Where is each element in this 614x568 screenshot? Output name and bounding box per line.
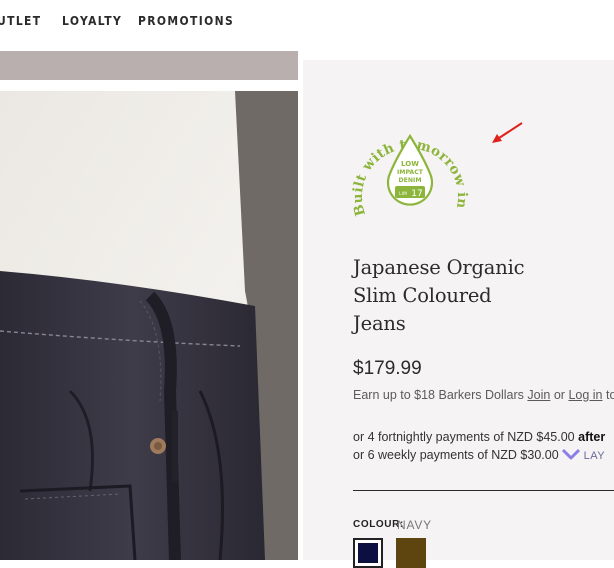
badge-line2: IMPACT	[397, 169, 424, 176]
badge-line1: LOW	[401, 160, 419, 168]
product-title-line: Slim Coloured	[353, 284, 492, 307]
badge-line3: DENIM	[398, 177, 421, 184]
login-link[interactable]: Log in	[568, 388, 602, 402]
nav-item-outlet[interactable]: UTLET	[0, 13, 41, 28]
join-link[interactable]: Join	[527, 388, 550, 402]
divider	[353, 490, 614, 491]
nav-item-promotions[interactable]: PROMOTIONS	[138, 13, 234, 28]
rewards-text: Earn up to $18 Barkers Dollars Join or L…	[353, 388, 614, 402]
swatch-navy[interactable]	[353, 538, 383, 568]
nav-item-loyalty[interactable]: LOYALTY	[62, 13, 122, 28]
product-title-line: Japanese Organic	[353, 256, 525, 279]
earn-text: Earn up to $18 Barkers Dollars	[353, 388, 524, 402]
colour-value: NAVY	[397, 518, 432, 532]
afterpay-logo[interactable]: after	[578, 430, 605, 444]
product-price: $179.99	[353, 358, 422, 379]
red-arrow-icon	[492, 122, 523, 143]
afterpay-info: or 4 fortnightly payments of NZD $45.00 …	[353, 430, 605, 444]
laybuy-text: or 6 weekly payments of NZD $30.00	[353, 448, 559, 462]
product-title: Japanese Organic Slim Coloured Jeans	[353, 254, 553, 338]
swatch-navy-fill	[358, 543, 378, 563]
top-navigation: UTLET LOYALTY PROMOTIONS	[0, 0, 614, 44]
laybuy-heart-icon	[562, 448, 581, 460]
laybuy-info: or 6 weekly payments of NZD $30.00 LAY	[353, 448, 605, 462]
badge-score: 17	[411, 189, 422, 199]
product-title-line: Jeans	[353, 312, 406, 335]
low-impact-denim-badge: Built with tomorrow in mind LOW IMPACT D…	[345, 108, 470, 218]
badge-score-prefix: LIM	[399, 191, 407, 197]
swatch-brown[interactable]	[396, 538, 426, 568]
laybuy-logo[interactable]: LAY	[584, 450, 605, 462]
image-gallery-top-strip	[0, 51, 298, 80]
afterpay-text: or 4 fortnightly payments of NZD $45.00	[353, 430, 575, 444]
jeans-photo	[0, 91, 298, 560]
trailing-text: to	[605, 388, 614, 402]
or-text: or	[553, 388, 565, 402]
product-image[interactable]	[0, 91, 298, 560]
